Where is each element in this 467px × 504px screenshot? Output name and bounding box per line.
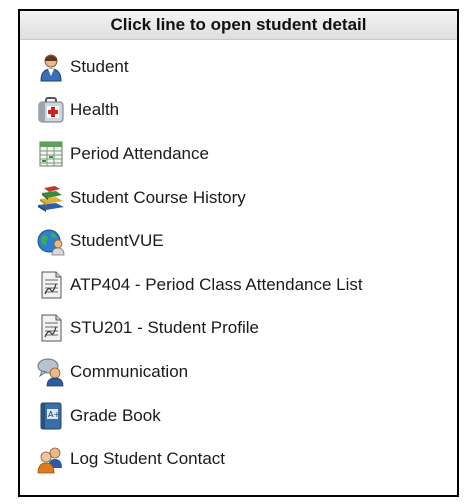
contacts-icon [34, 442, 68, 476]
list-item-period-attendance[interactable]: Period Attendance [20, 132, 457, 176]
list-item-log-student-contact[interactable]: Log Student Contact [20, 437, 457, 481]
list-item-label: STU201 - Student Profile [70, 318, 259, 338]
list-item-communication[interactable]: Communication [20, 350, 457, 394]
panel-header: Click line to open student detail [20, 11, 457, 40]
list-item-health[interactable]: Health [20, 89, 457, 133]
list-item-label: Health [70, 100, 120, 120]
list-item-student-course-history[interactable]: Student Course History [20, 176, 457, 220]
list-item-student[interactable]: Student [20, 45, 457, 89]
student-icon [34, 50, 68, 84]
list-item-label: StudentVUE [70, 231, 164, 251]
list-item-label: Log Student Contact [70, 449, 226, 469]
list-item-label: Period Attendance [70, 143, 209, 163]
report-document-icon [34, 268, 68, 302]
list-item-label: Student Course History [70, 187, 246, 207]
communication-user-icon [34, 355, 68, 389]
list-item-label: Grade Book [70, 405, 161, 425]
attendance-sheet-icon [34, 137, 68, 171]
list-item-stu201-report[interactable]: STU201 - Student Profile [20, 307, 457, 351]
health-kit-icon [34, 93, 68, 127]
list-item-studentvue[interactable]: StudentVUE [20, 219, 457, 263]
books-icon [34, 181, 68, 215]
list-item-label: Communication [70, 361, 189, 381]
svg-text:A+: A+ [48, 410, 60, 419]
report-document-icon [34, 311, 68, 345]
panel-title: Click line to open student detail [110, 15, 367, 34]
list-item-label: Student [70, 56, 129, 76]
student-detail-list: Student Health Period Attendance Student… [20, 40, 457, 481]
list-item-grade-book[interactable]: A+ Grade Book [20, 394, 457, 438]
student-detail-panel: Click line to open student detail Studen… [18, 9, 459, 497]
list-item-label: ATP404 - Period Class Attendance List [70, 274, 363, 294]
globe-user-icon [34, 224, 68, 258]
list-item-atp404-report[interactable]: ATP404 - Period Class Attendance List [20, 263, 457, 307]
grade-book-icon: A+ [34, 399, 68, 433]
